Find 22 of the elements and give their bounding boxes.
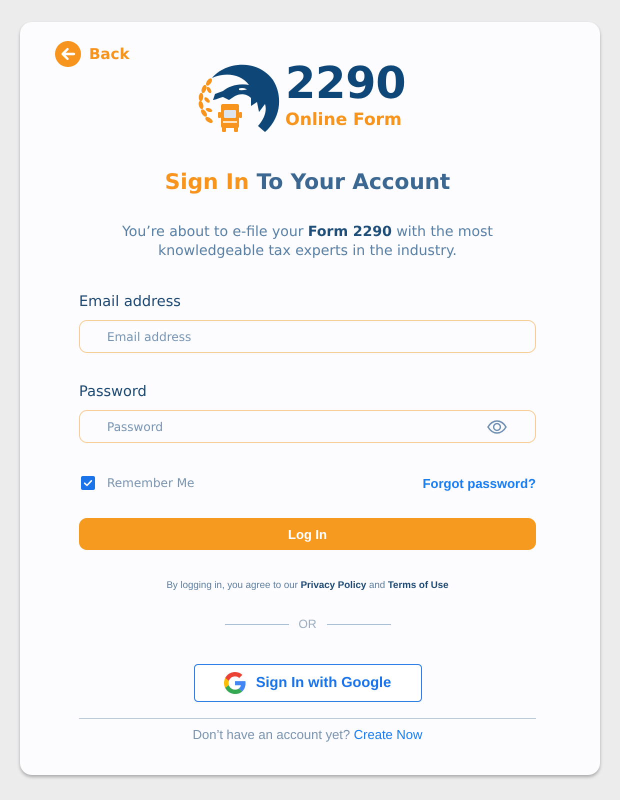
- password-field[interactable]: Password: [79, 410, 536, 443]
- email-field[interactable]: Email address: [79, 320, 536, 353]
- field-label: Email address: [79, 293, 182, 312]
- login-button[interactable]: Log In: [79, 518, 536, 550]
- forgot-password-link[interactable]: Forgot password?: [422, 476, 536, 490]
- eye-icon[interactable]: [487, 420, 507, 434]
- back-link[interactable]: Back: [55, 41, 130, 67]
- divider-label: OR: [298, 616, 316, 632]
- signup-prompt: Don’t have an account yet? Create Now: [192, 727, 424, 743]
- remember-me-checkbox[interactable]: [81, 476, 95, 490]
- field-label: Password: [79, 383, 148, 402]
- logo-tagline: Online Form: [285, 109, 403, 131]
- intro-text: You’re about to e-file your Form 2290 with the most knowledgeable tax experts in the industry.: [121, 223, 494, 261]
- google-signin-button[interactable]: Sign In with Google: [194, 664, 422, 702]
- terms-link[interactable]: Privacy Policy: [300, 580, 366, 591]
- terms-notice: By logging in, you agree to our Privacy Policy and Terms of Use: [165, 579, 450, 593]
- page-title: Sign In To Your Account: [164, 169, 452, 197]
- google-logo-icon: [224, 672, 246, 694]
- remember-me-label: Remember Me: [107, 476, 194, 490]
- logo-number: 2290: [285, 60, 406, 108]
- create-now-link[interactable]: Create Now: [354, 727, 422, 742]
- terms-link[interactable]: Terms of Use: [388, 580, 449, 591]
